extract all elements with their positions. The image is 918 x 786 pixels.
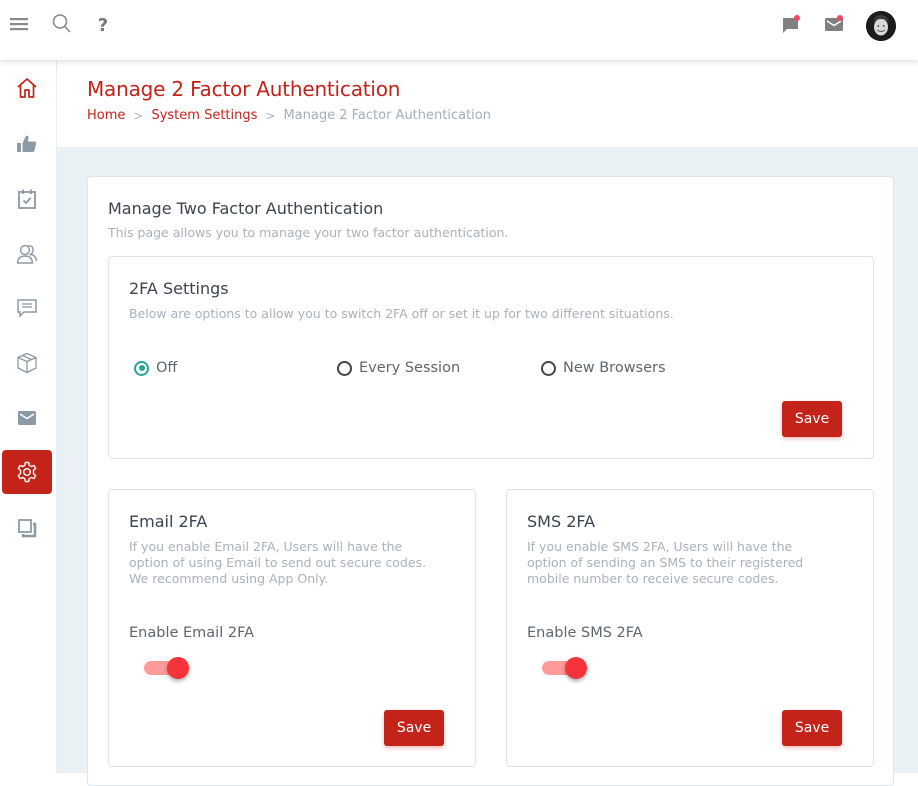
breadcrumb-separator: > [133,108,144,123]
page-header: Manage 2 Factor Authentication Home > Sy… [57,60,918,147]
top-bar: ? [0,0,918,60]
radio-indicator[interactable] [541,360,556,376]
radio-label: New Browsers [563,360,666,376]
description-line: If you enable Email 2FA, Users will have… [129,539,403,554]
sidebar-item-settings[interactable] [2,450,52,494]
sms-2fa-panel: SMS 2FA If you enable SMS 2FA, Users wil… [506,489,874,767]
radio-indicator[interactable] [134,360,149,376]
radio-indicator[interactable] [337,360,352,376]
notification-badge [794,15,800,21]
message-icon [17,299,37,318]
home-icon [17,78,37,98]
sms-2fa-description: If you enable SMS 2FA, Users will have t… [527,539,803,587]
card-subtitle: This page allows you to manage your two … [108,225,509,240]
menu-icon[interactable] [7,12,31,36]
radio-new-browsers[interactable]: New Browsers [541,360,666,376]
sidebar-item-messages[interactable] [2,286,52,330]
settings-save-button[interactable]: Save [782,401,842,437]
sms-2fa-toggle[interactable] [542,655,587,679]
email-2fa-panel: Email 2FA If you enable Email 2FA, Users… [108,489,476,767]
copy-icon [18,519,37,538]
radio-label: Off [156,360,178,376]
breadcrumb-separator: > [265,108,276,123]
sidebar [0,60,57,773]
card-title: Manage Two Factor Authentication [108,199,384,218]
email-2fa-save-button[interactable]: Save [384,710,444,746]
sidebar-item-home[interactable] [2,66,52,110]
email-2fa-toggle[interactable] [144,655,189,679]
search-icon[interactable] [50,12,74,36]
radio-label: Every Session [359,360,461,376]
sms-2fa-title: SMS 2FA [527,512,596,531]
breadcrumb: Home > System Settings > Manage 2 Factor… [87,108,491,123]
breadcrumb-home[interactable]: Home [87,108,125,123]
two-factor-card: Manage Two Factor Authentication This pa… [87,176,894,786]
settings-subtitle: Below are options to allow you to switch… [129,306,674,321]
breadcrumb-current: Manage 2 Factor Authentication [283,108,491,123]
sidebar-item-feedback[interactable] [2,122,52,166]
toggle-knob[interactable] [565,657,587,679]
chat-icon[interactable] [779,12,803,36]
email-2fa-title: Email 2FA [129,512,208,531]
users-icon [16,244,38,264]
description-line: If you enable SMS 2FA, Users will have t… [527,539,793,554]
calendar-check-icon [18,189,36,209]
settings-panel: 2FA Settings Below are options to allow … [108,256,874,459]
sidebar-item-mail[interactable] [2,396,52,440]
notification-badge [837,15,843,21]
radio-off[interactable]: Off [134,360,177,376]
sidebar-item-copy[interactable] [2,506,52,550]
user-avatar[interactable] [866,11,896,41]
sidebar-item-users[interactable] [2,232,52,276]
toggle-knob[interactable] [167,657,189,679]
email-2fa-toggle-label: Enable Email 2FA [129,625,254,641]
description-line: option of sending an SMS to their regist… [527,555,804,570]
sms-2fa-toggle-label: Enable SMS 2FA [527,625,643,641]
sidebar-item-tasks[interactable] [2,177,52,221]
help-icon[interactable]: ? [91,13,115,37]
page-title: Manage 2 Factor Authentication [87,77,401,101]
breadcrumb-system-settings[interactable]: System Settings [151,108,257,123]
radio-every-session[interactable]: Every Session [337,360,460,376]
settings-title: 2FA Settings [129,279,229,298]
description-line: mobile number to receive secure codes. [527,571,779,586]
sms-2fa-save-button[interactable]: Save [782,710,842,746]
description-line: option of using Email to send out secure… [129,555,427,570]
main-content: Manage 2 Factor Authentication Home > Sy… [57,60,918,786]
box-icon [17,352,37,374]
thumbs-up-icon [17,135,37,152]
mail-icon [18,411,36,425]
description-line: We recommend using App Only. [129,571,329,586]
email-2fa-description: If you enable Email 2FA, Users will have… [129,539,426,587]
mail-icon[interactable] [822,12,846,36]
gear-icon [17,461,37,483]
sidebar-item-products[interactable] [2,341,52,385]
